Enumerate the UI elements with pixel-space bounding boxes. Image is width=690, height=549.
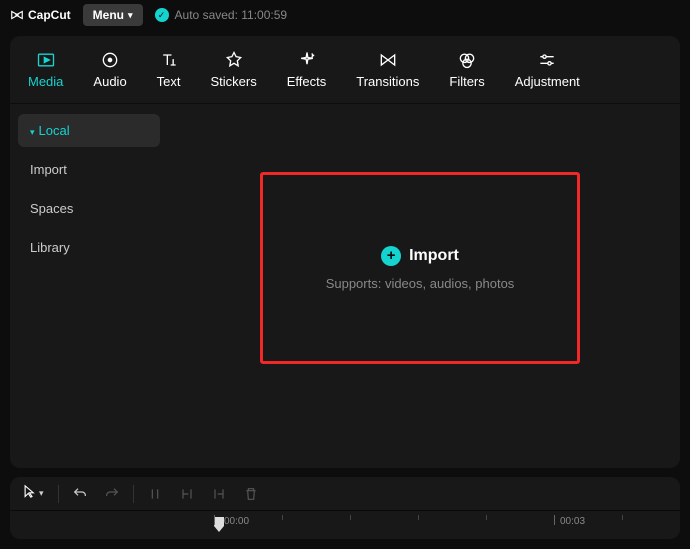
sidebar-item-label: Spaces [30,201,73,216]
media-icon [36,50,56,70]
tick-minor [486,515,487,520]
cursor-icon [22,484,37,504]
tab-text-label: Text [157,74,181,89]
playhead[interactable] [214,517,224,532]
audio-icon [100,50,120,70]
titlebar: CapCut Menu ▾ ✓ Auto saved: 11:00:59 [0,0,690,30]
ruler-inner: 00:00 00:03 [214,511,670,539]
dropzone-title: Import [409,247,459,265]
sidebar-item-label: Import [30,162,67,177]
tab-media[interactable]: Media [14,44,77,95]
tab-adjustment-label: Adjustment [515,74,580,89]
tab-transitions-label: Transitions [356,74,419,89]
trim-left-button[interactable] [174,482,200,506]
tick-minor [282,515,283,520]
tab-effects-label: Effects [287,74,327,89]
workspace-panel: Media Audio Text Stickers Effects Transi… [10,36,680,468]
sidebar-item-import[interactable]: Import [18,153,160,186]
tick-label: 00:00 [224,516,249,527]
tab-audio[interactable]: Audio [79,44,140,95]
capcut-logo-icon [10,8,24,22]
text-icon [159,50,179,70]
app-name: CapCut [28,8,71,22]
autosave-text: Auto saved: 11:00:59 [175,8,288,22]
plus-circle-icon: + [381,246,401,266]
chevron-down-icon: ▾ [39,488,44,499]
autosave-status: ✓ Auto saved: 11:00:59 [155,8,288,22]
tab-text[interactable]: Text [143,44,195,95]
chevron-down-icon: ▾ [128,10,133,21]
check-circle-icon: ✓ [155,8,169,22]
trim-right-button[interactable] [206,482,232,506]
timeline-ruler[interactable]: 00:00 00:03 [10,511,680,539]
split-button[interactable] [142,482,168,506]
dropzone-subtitle: Supports: videos, audios, photos [326,276,515,291]
main-pane: + Import Supports: videos, audios, photo… [168,104,680,468]
transitions-icon [378,50,398,70]
delete-button[interactable] [238,482,264,506]
top-tabs: Media Audio Text Stickers Effects Transi… [10,36,680,104]
toolbar-separator [58,485,59,503]
tab-filters[interactable]: Filters [435,44,498,95]
tab-media-label: Media [28,74,63,89]
tick-minor [622,515,623,520]
sidebar-item-library[interactable]: Library [18,231,160,264]
import-dropzone[interactable]: + Import Supports: videos, audios, photo… [260,172,580,364]
sidebar-item-local[interactable]: Local [18,114,160,147]
sidebar-item-label: Local [39,123,70,138]
menu-button-label: Menu [93,8,124,22]
dropzone-title-row: + Import [381,246,459,266]
menu-button[interactable]: Menu ▾ [83,4,143,26]
tab-filters-label: Filters [449,74,484,89]
tick-major [214,515,215,525]
tick-minor [350,515,351,520]
tab-transitions[interactable]: Transitions [342,44,433,95]
tab-stickers-label: Stickers [211,74,257,89]
tick-minor [418,515,419,520]
media-sidebar: Local Import Spaces Library [10,104,168,468]
timeline-panel: ▾ 00:00 00:03 [10,477,680,539]
content-area: Local Import Spaces Library + Import Sup… [10,104,680,468]
sidebar-item-label: Library [30,240,70,255]
tab-audio-label: Audio [93,74,126,89]
tab-adjustment[interactable]: Adjustment [501,44,594,95]
app-logo: CapCut [10,8,71,22]
tick-label: 00:03 [560,516,585,527]
stickers-icon [224,50,244,70]
toolbar-separator [133,485,134,503]
filters-icon [457,50,477,70]
tab-effects[interactable]: Effects [273,44,341,95]
undo-button[interactable] [67,482,93,506]
tick-major [554,515,555,525]
sidebar-item-spaces[interactable]: Spaces [18,192,160,225]
effects-icon [297,50,317,70]
tab-stickers[interactable]: Stickers [197,44,271,95]
adjustment-icon [537,50,557,70]
redo-button[interactable] [99,482,125,506]
timeline-toolbar: ▾ [10,477,680,511]
selection-tool[interactable]: ▾ [16,482,50,506]
